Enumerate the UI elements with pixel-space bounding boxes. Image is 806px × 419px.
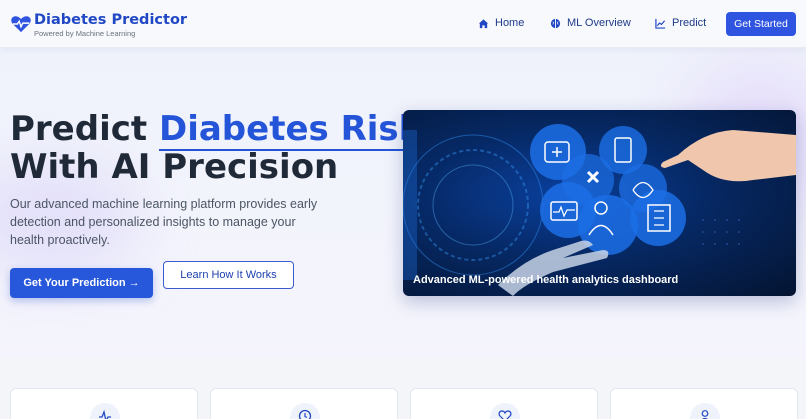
nav-predict-label: Predict <box>672 17 707 29</box>
hero-image-caption: Advanced ML-powered health analytics das… <box>413 274 679 286</box>
heart-icon <box>498 410 512 419</box>
nav-ml-overview[interactable]: ML Overview <box>550 17 631 29</box>
feature-card-icon-wrap <box>290 403 320 419</box>
hero-headline: Predict Diabetes Risk With AI Precision <box>10 109 422 187</box>
feature-card-icon-wrap <box>690 403 720 419</box>
headline-accent: Diabetes Risk <box>158 109 422 151</box>
learn-how-button[interactable]: Learn How It Works <box>163 261 294 289</box>
headline-part1: Predict <box>10 109 159 149</box>
feature-card[interactable] <box>210 388 398 419</box>
brain-icon <box>550 18 561 28</box>
health-analytics-illustration <box>403 124 796 296</box>
feature-card[interactable] <box>10 388 198 419</box>
brand-title: Diabetes Predictor <box>34 12 188 28</box>
clock-icon <box>298 409 312 419</box>
feature-card[interactable] <box>410 388 598 419</box>
feature-card-icon-wrap <box>90 403 120 419</box>
nav-ml-overview-label: ML Overview <box>567 17 631 29</box>
hero-image: Advanced ML-powered health analytics das… <box>403 110 796 296</box>
chart-line-icon <box>655 18 666 29</box>
headline-line2: With AI Precision <box>10 147 339 187</box>
feature-card[interactable] <box>610 388 798 419</box>
nav-predict[interactable]: Predict <box>655 17 706 29</box>
nav-home[interactable]: Home <box>478 17 524 29</box>
nav-home-label: Home <box>495 17 525 29</box>
feature-card-icon-wrap <box>490 403 520 419</box>
activity-icon <box>99 409 111 419</box>
get-prediction-button[interactable]: Get Your Prediction → <box>10 268 153 298</box>
brand-subtitle: Powered by Machine Learning <box>34 29 136 38</box>
heartbeat-icon <box>11 16 31 33</box>
top-navbar: Diabetes Predictor Powered by Machine Le… <box>0 0 806 48</box>
brand-logo[interactable]: Diabetes Predictor Powered by Machine Le… <box>10 12 187 38</box>
home-icon <box>478 18 489 28</box>
hero-lead-text: Our advanced machine learning platform p… <box>10 197 318 247</box>
user-icon <box>701 410 709 419</box>
get-started-button[interactable]: Get Started <box>726 12 796 36</box>
